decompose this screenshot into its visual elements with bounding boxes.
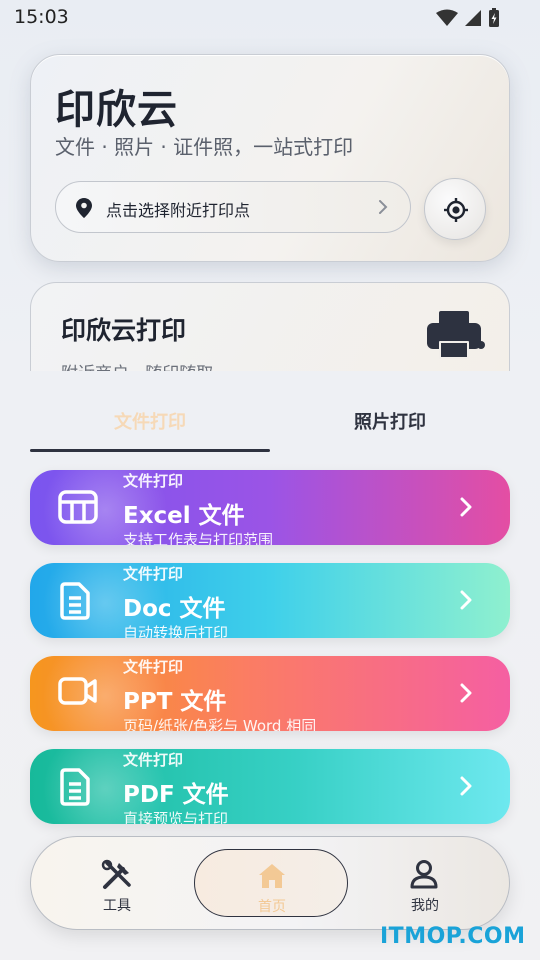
card-description: 自动转换后打印 <box>123 624 229 638</box>
crosshair-icon <box>444 198 468 222</box>
nav-tools[interactable]: 工具 <box>57 837 177 931</box>
ppt-file-card[interactable]: 文件打印 PPT 文件 页码/纸张/色彩与 Word 相同 <box>30 656 510 731</box>
table-icon <box>58 490 98 524</box>
signal-icon <box>465 10 481 26</box>
card-kicker: 文件打印 <box>123 751 184 769</box>
card-kicker: 文件打印 <box>123 472 184 490</box>
presentation-icon <box>58 677 97 705</box>
print-banner-title: 印欣云打印 <box>61 316 187 345</box>
pdf-icon <box>60 768 90 806</box>
watermark: ITMOP.COM <box>380 924 526 949</box>
pdf-file-card[interactable]: 文件打印 PDF 文件 直接预览与打印 <box>30 749 510 824</box>
card-kicker: 文件打印 <box>123 565 184 583</box>
location-pin-icon <box>76 198 92 218</box>
nav-home[interactable]: 首页 <box>194 849 348 917</box>
battery-icon <box>489 8 499 27</box>
tools-icon <box>101 859 131 889</box>
print-banner-card[interactable]: 印欣云打印 附近商户 · 随印随取 <box>30 282 510 371</box>
card-description: 支持工作表与打印范围 <box>123 531 274 545</box>
nav-mine[interactable]: 我的 <box>365 837 485 931</box>
status-time: 15:03 <box>14 6 69 28</box>
status-icons <box>436 8 500 28</box>
card-title: PDF 文件 <box>123 782 229 808</box>
card-title: Doc 文件 <box>123 596 226 622</box>
home-icon <box>259 864 285 888</box>
user-icon <box>410 860 438 889</box>
chevron-right-icon <box>379 200 388 214</box>
card-title: PPT 文件 <box>123 689 227 715</box>
app-subtitle: 文件 · 照片 · 证件照，一站式打印 <box>55 135 354 159</box>
select-print-point-button[interactable]: 点击选择附近打印点 <box>55 181 411 233</box>
chevron-right-icon <box>460 776 472 796</box>
chevron-right-icon <box>460 590 472 610</box>
card-description: 直接预览与打印 <box>123 810 229 824</box>
bottom-nav: 工具 首页 我的 <box>30 836 510 930</box>
chevron-right-icon <box>460 683 472 703</box>
wifi-icon <box>436 9 458 26</box>
tab-indicator <box>30 449 270 452</box>
doc-file-card[interactable]: 文件打印 Doc 文件 自动转换后打印 <box>30 563 510 638</box>
card-description: 页码/纸张/色彩与 Word 相同 <box>123 717 317 731</box>
tab-photo-print[interactable]: 照片打印 <box>270 408 510 434</box>
nav-tools-label: 工具 <box>103 898 131 914</box>
nav-home-label: 首页 <box>258 899 286 915</box>
card-title: Excel 文件 <box>123 503 245 529</box>
location-label: 点击选择附近打印点 <box>106 201 251 220</box>
card-kicker: 文件打印 <box>123 658 184 676</box>
tab-file-print[interactable]: 文件打印 <box>30 408 270 434</box>
print-banner-subtitle: 附近商户 · 随印随取 <box>61 359 213 371</box>
document-icon <box>60 582 90 620</box>
locate-button[interactable] <box>424 178 486 240</box>
status-bar: 15:03 <box>0 0 540 36</box>
printer-icon <box>427 311 485 359</box>
chevron-right-icon <box>460 497 472 517</box>
nav-mine-label: 我的 <box>411 898 439 914</box>
hero-card: 印欣云 文件 · 照片 · 证件照，一站式打印 点击选择附近打印点 <box>30 54 510 262</box>
excel-file-card[interactable]: 文件打印 Excel 文件 支持工作表与打印范围 <box>30 470 510 545</box>
app-title: 印欣云 <box>55 87 178 133</box>
